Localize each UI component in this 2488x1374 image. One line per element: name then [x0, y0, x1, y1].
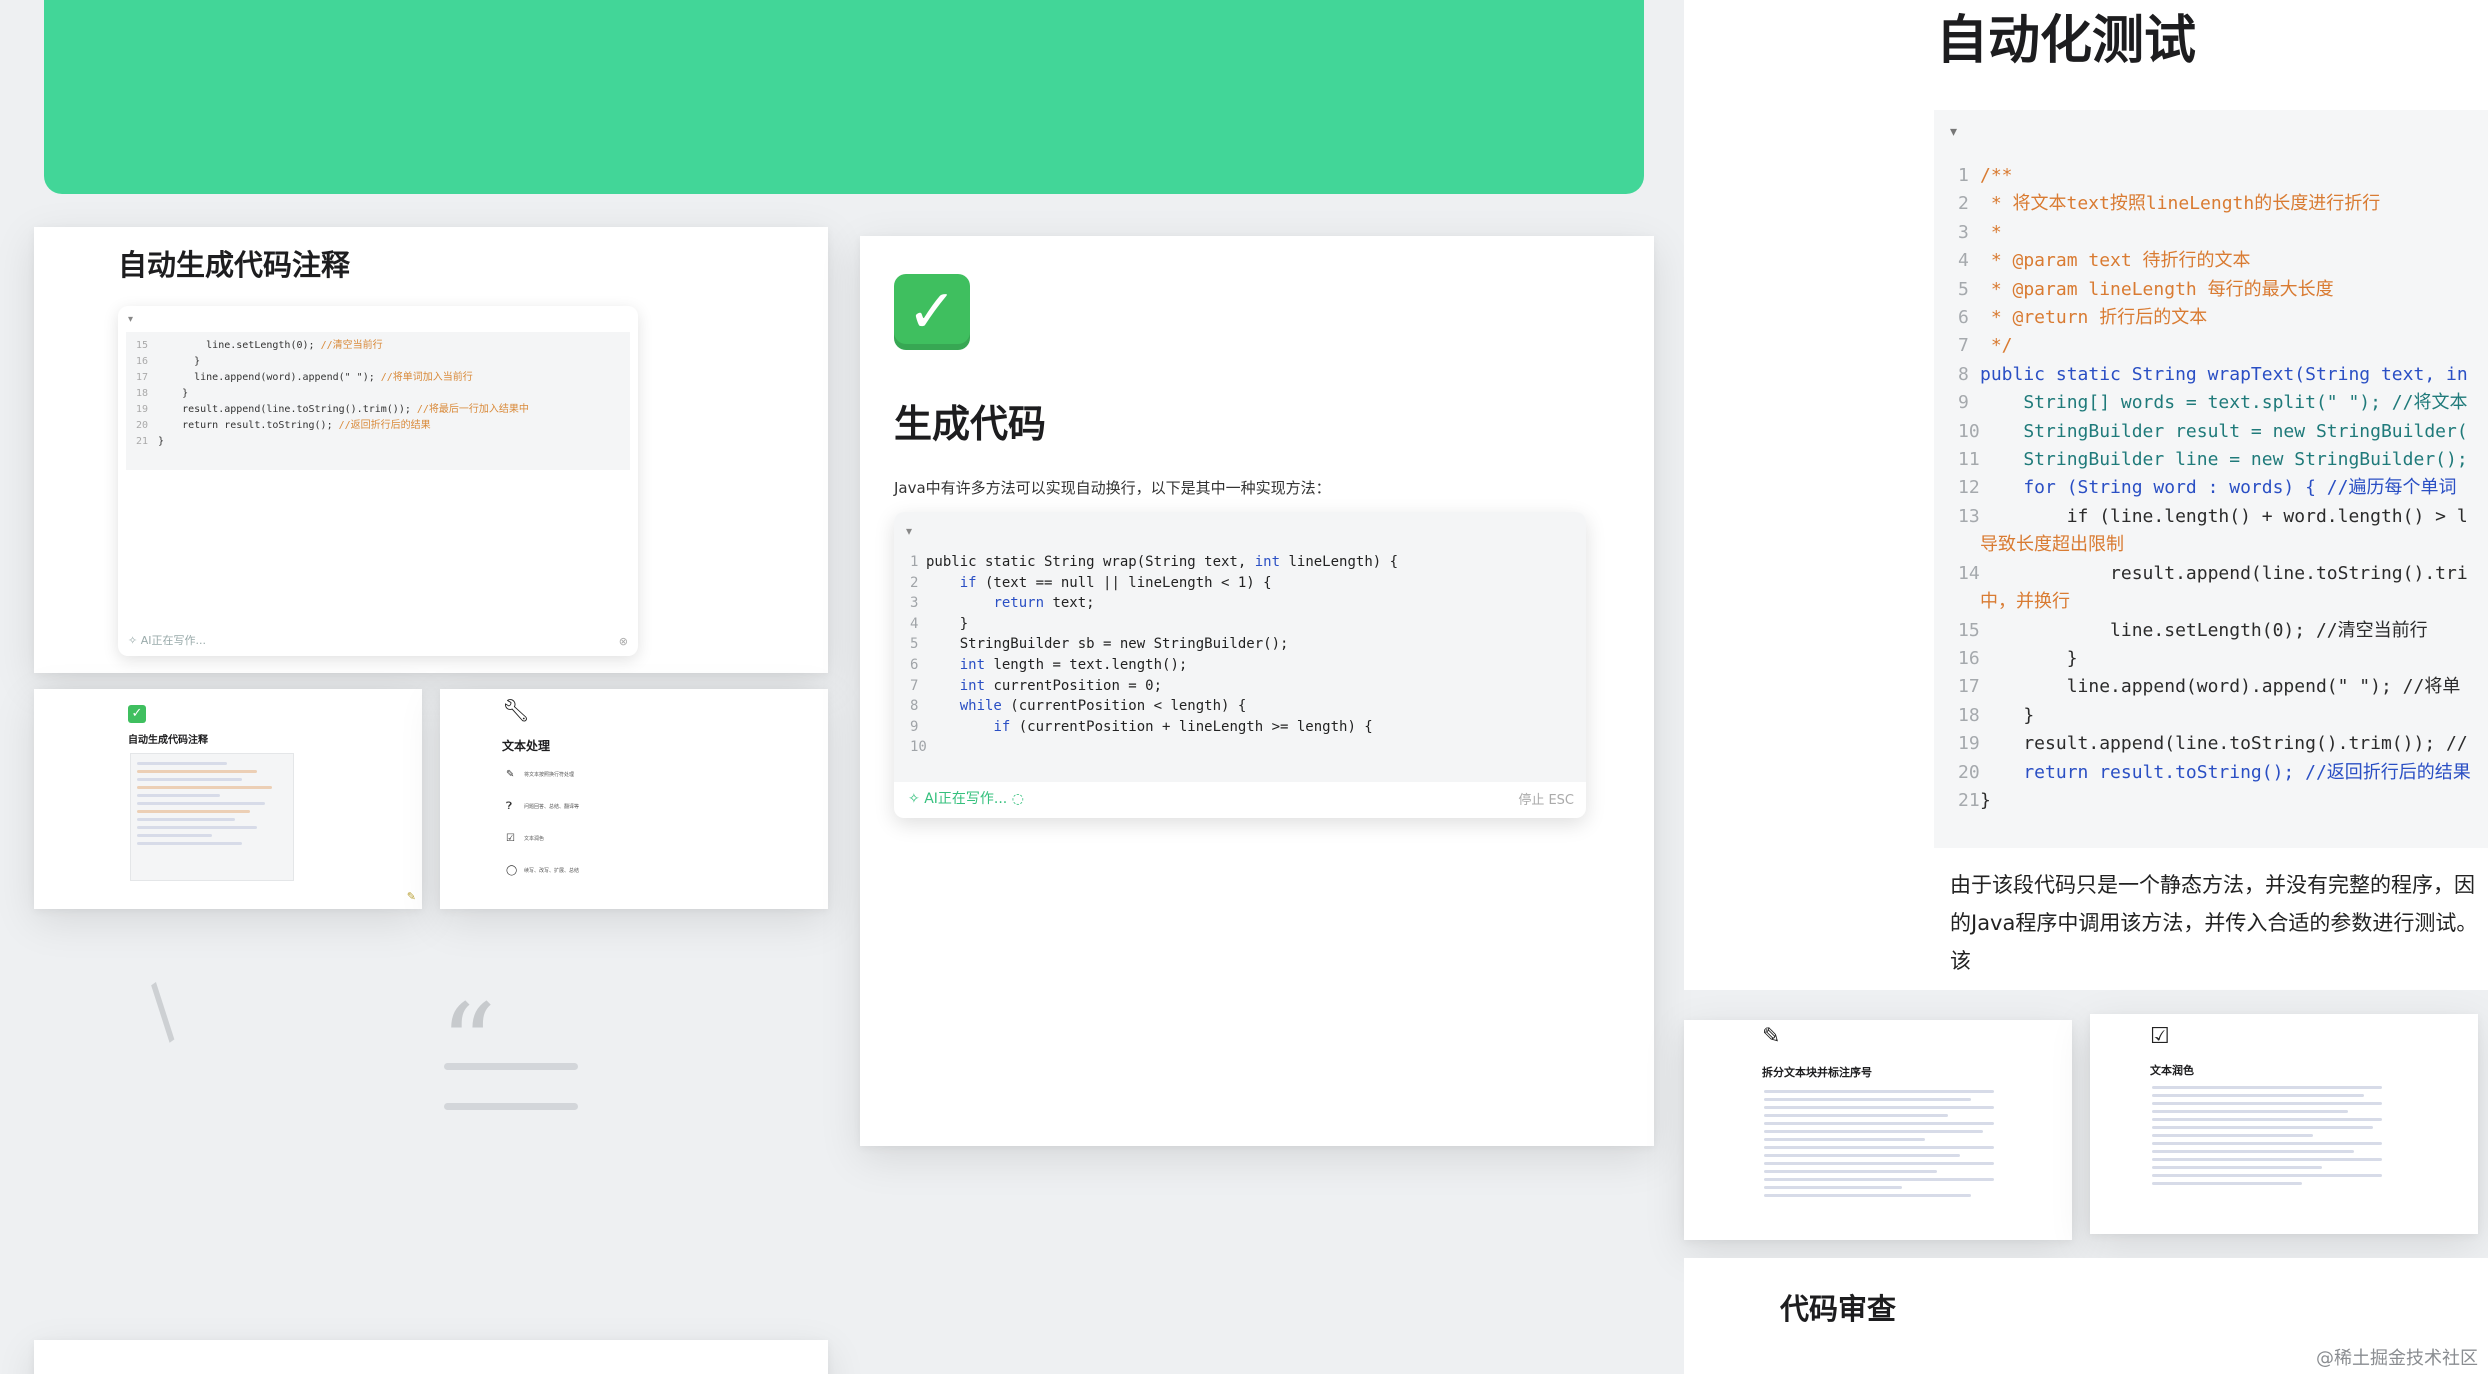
checkmark-icon: ✓: [128, 705, 146, 723]
feature-card-partial[interactable]: [34, 1340, 828, 1374]
result-paragraph: 由于该段代码只是一个静态方法，并没有完整的程序，因的Java程序中调用该方法，并…: [1950, 873, 2478, 973]
wrench-icon: 🔧︎: [502, 699, 530, 724]
code-line: 7 */: [1958, 335, 2013, 357]
list-item: 将文本按照换行符处理: [524, 772, 575, 778]
list-item: 文本润色: [524, 836, 545, 842]
code-line: 20 return result.toString(); //返回折行后的结果: [1958, 761, 2471, 783]
code-line: 18 }: [136, 388, 189, 399]
card-title: 生成代码: [894, 402, 1047, 446]
code-line: 19 result.append(line.toString().trim())…: [1958, 733, 2468, 755]
thumbnail-title: 拆分文本块并标注序号: [1762, 1066, 1872, 1079]
code-line: 14 result.append(line.toString().tri: [1958, 562, 2468, 584]
list-item: 续写、改写、扩展、总结: [524, 868, 580, 874]
code-line: 9 String[] words = text.split(" "); //将文…: [1958, 392, 2468, 414]
code-preview: [130, 753, 294, 881]
code-editor: 1 public static String wrap(String text, …: [894, 512, 1586, 818]
ai-icon: ✎: [406, 890, 416, 903]
code-editor-preview: ▾ 15 line.setLength(0); //清空当前行 16 } 17 li…: [118, 306, 638, 656]
hero-banner: [44, 0, 1644, 194]
code-line: 17 line.append(word).append(" "); //将单词加…: [136, 372, 473, 383]
code-line: 中，并换行: [1980, 591, 2070, 613]
code-line: 3 return text;: [910, 595, 1095, 612]
code-line: 4 * @param text 待折行的文本: [1958, 250, 2251, 272]
code-block: 15 line.setLength(0); //清空当前行 16 } 17 line…: [126, 332, 630, 470]
code-line: 9 if (currentPosition + lineLength >= le…: [910, 718, 1373, 735]
code-block: 1/** 2 * 将文本text按照lineLength的长度进行折行 3 * 4 *…: [1934, 110, 2488, 848]
code-line: 15 line.setLength(0); //清空当前行: [1958, 619, 2428, 641]
code-line: 5 * @param lineLength 每行的最大长度: [1958, 278, 2334, 300]
code-line: 21}: [1958, 789, 1991, 811]
stop-button[interactable]: 停止 ESC: [1518, 789, 1574, 808]
code-line: 2 * 将文本text按照lineLength的长度进行折行: [1958, 193, 2381, 215]
code-line: 4 }: [910, 615, 969, 632]
code-line: 8 while (currentPosition < length) {: [910, 698, 1247, 715]
thumbnail-card-split-text[interactable]: ✎ 拆分文本块并标注序号: [1684, 1020, 2072, 1240]
card-title: 自动化测试: [1936, 11, 2197, 71]
code-line: 3 *: [1958, 221, 2002, 243]
code-line: 20 return result.toString(); //返回折行后的结果: [136, 420, 431, 431]
checkmark-icon: ✓: [894, 274, 970, 350]
watermark: @稀土掘金技术社区: [2316, 1348, 2478, 1369]
code-line: 13 if (line.length() + word.length() > l: [1958, 505, 2468, 527]
code-line: 7 int currentPosition = 0;: [910, 677, 1163, 694]
code-line: 19 result.append(line.toString().trim())…: [136, 404, 529, 415]
code-line: 17 line.append(word).append(" "); //将单: [1958, 676, 2461, 698]
card-title: 自动生成代码注释: [118, 248, 351, 282]
thumbnail-title: 文本处理: [502, 739, 551, 753]
background-line-decoration: [444, 1063, 578, 1070]
code-line: 2 if (text == null || lineLength < 1) {: [910, 574, 1272, 591]
code-block: 1 public static String wrap(String text, …: [894, 512, 1586, 782]
question-icon: ❓︎: [506, 801, 513, 812]
pencil-icon: ✎: [506, 769, 515, 780]
background-pen-icon: ∕: [128, 970, 195, 1052]
edit-icon: ☑: [506, 833, 515, 844]
background-quote-icon: “: [440, 980, 497, 1108]
code-line: 11 StringBuilder line = new StringBuilde…: [1958, 449, 2468, 471]
edit-icon: ☑: [2150, 1024, 2170, 1049]
code-line: 8 public static String wrapText(String te…: [1958, 363, 2468, 385]
code-line: 16 }: [136, 356, 201, 367]
thumbnail-title: 自动生成代码注释: [128, 735, 208, 746]
intro-text: Java中有许多方法可以实现自动换行，以下是其中一种实现方法：: [894, 479, 1331, 497]
code-line: 5 StringBuilder sb = new StringBuilder()…: [910, 636, 1289, 653]
code-line: 6 * @return 折行后的文本: [1958, 307, 2208, 329]
thumbnail-title: 文本润色: [2150, 1064, 2194, 1077]
collapse-icon: ▾: [906, 524, 913, 538]
stop-icon[interactable]: ⊗: [619, 635, 628, 648]
thumbnail-card-text-processing[interactable]: 🔧︎ 文本处理 ✎ 将文本按照换行符处理 ❓︎ 问题回答、总结、翻译等 ☑ 文本…: [440, 689, 828, 909]
circle-icon: ◯: [506, 865, 518, 876]
code-line: 10: [910, 739, 927, 756]
thumbnail-card-code-comments[interactable]: ✓ 自动生成代码注释 ✎: [34, 689, 422, 909]
code-line: 1 public static String wrap(String text, …: [910, 554, 1399, 570]
code-line: 1/**: [1958, 165, 2013, 186]
ai-writing-status: ✧ AI正在写作...: [128, 634, 206, 647]
code-line: 18 }: [1958, 704, 2035, 726]
card-title: 代码审查: [1780, 1292, 1897, 1326]
code-line: 10 StringBuilder result = new StringBuil…: [1958, 420, 2468, 442]
code-line: 6 int length = text.length();: [910, 656, 1188, 673]
code-line: 15 line.setLength(0); //清空当前行: [136, 340, 383, 351]
code-line: 12 for (String word : words) { //遍历每个单词: [1958, 477, 2457, 499]
background-line-decoration: [444, 1103, 578, 1110]
thumbnail-card-text-polish[interactable]: ☑ 文本润色: [2090, 1014, 2478, 1234]
code-line: 21}: [136, 436, 165, 447]
collapse-icon: ▾: [128, 314, 134, 325]
collapse-icon: ▾: [1950, 124, 1958, 140]
ai-writing-status: ✧ AI正在写作... ◌: [908, 791, 1024, 807]
code-line: 16 }: [1958, 647, 2078, 669]
list-item: 问题回答、总结、翻译等: [524, 804, 580, 810]
code-line: 导致长度超出限制: [1980, 534, 2124, 556]
pencil-icon: ✎: [1762, 1024, 1781, 1049]
